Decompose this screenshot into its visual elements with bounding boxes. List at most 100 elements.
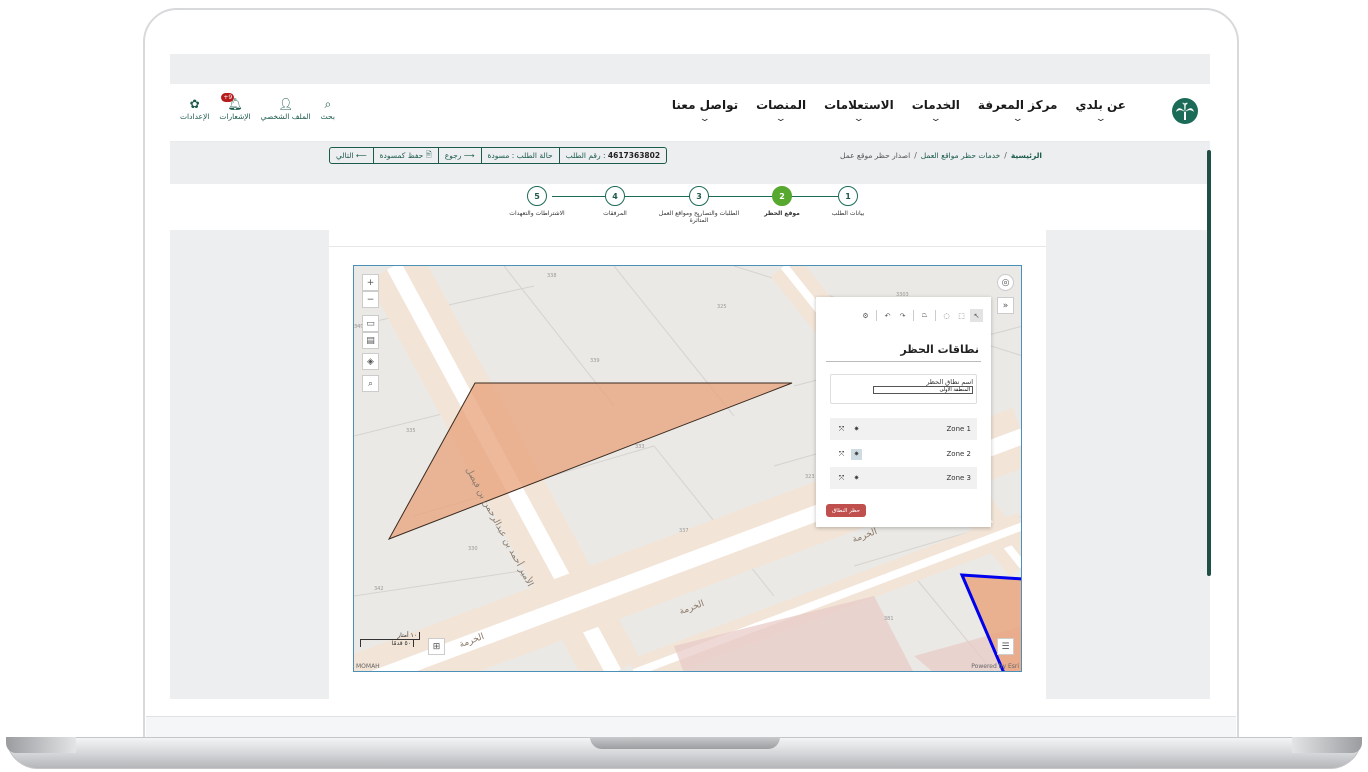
zone-row[interactable]: ⤧ ✷ Zone 3 xyxy=(830,467,977,489)
back-button[interactable]: رجوع ⟶ xyxy=(439,148,482,163)
next-button[interactable]: التالي ⟵ xyxy=(330,148,374,163)
step-number: 3 xyxy=(689,186,709,206)
zone-name-input[interactable] xyxy=(873,386,973,394)
zone-row[interactable]: ⤧ ✷ Zone 1 xyxy=(830,418,977,440)
balady-logo[interactable] xyxy=(1172,98,1198,124)
breadcrumb-current: اصدار حظر موقع عمل xyxy=(840,151,911,160)
step-number: 2 xyxy=(772,186,792,206)
notifications-label: الإشعارات xyxy=(219,112,251,121)
nav-about[interactable]: عن بلدي ⌄ xyxy=(1066,98,1135,124)
chevron-down-icon: ⌄ xyxy=(775,114,788,124)
zone-name-box: اسم نطاق الحظر xyxy=(830,374,977,404)
zone-label: Zone 3 xyxy=(946,474,972,482)
gear-icon[interactable]: ⚙ xyxy=(859,309,872,322)
nav-contact[interactable]: تواصل معنا ⌄ xyxy=(663,98,747,124)
request-number: رقم الطلب : 4617363802 xyxy=(560,148,666,163)
delete-zone-button[interactable]: حظر النطاق xyxy=(826,504,867,517)
parcel-number: 381 xyxy=(884,616,894,622)
divider xyxy=(876,310,877,321)
measure-tool-button[interactable]: ▭ xyxy=(362,315,379,332)
stepper: 1 بيانات الطلب 2 موقع الحظر 3 الطلبات والتص… xyxy=(170,184,1210,230)
chevron-down-icon: ⌄ xyxy=(698,114,712,124)
print-tool-button[interactable]: ▤ xyxy=(362,332,379,349)
breadcrumb-home[interactable]: الرئيسية xyxy=(1011,151,1042,160)
parcel-number: 339 xyxy=(590,358,600,364)
legend-button[interactable]: ☰ xyxy=(997,638,1014,655)
nav-knowledge[interactable]: مركز المعرفة ⌄ xyxy=(969,98,1067,124)
settings-tool[interactable]: ✿ الإعدادات xyxy=(180,96,209,121)
draw-polygon-icon[interactable]: ⏢ xyxy=(918,309,931,322)
divider xyxy=(826,361,981,362)
user-check-icon: 👤︎ xyxy=(278,97,294,111)
panel-title: نطاقات الحظر xyxy=(900,343,979,356)
nav-platforms[interactable]: المنصات ⌄ xyxy=(747,98,815,124)
profile-label: الملف الشخصي xyxy=(260,112,311,121)
notifications-tool[interactable]: 🔔︎ +9 الإشعارات xyxy=(219,93,251,121)
map-source: MOMAH xyxy=(356,663,380,670)
bell-icon: 🔔︎ +9 xyxy=(221,93,243,111)
paperclip-icon: ⌕ xyxy=(367,378,374,389)
scale-bar: ١٠ أمتار ٥٠ قدمًا xyxy=(360,632,420,647)
laptop-base-edge-left xyxy=(6,737,76,753)
laptop-base-edge-right xyxy=(1292,737,1362,753)
select-pointer-icon[interactable]: ↖ xyxy=(970,309,983,322)
profile-tool[interactable]: 👤︎ الملف الشخصي xyxy=(261,96,311,121)
chevrons-right-icon: » xyxy=(1002,300,1009,311)
highlight-icon[interactable]: ✷ xyxy=(851,424,862,435)
request-number-label: رقم الطلب : xyxy=(565,151,606,160)
basemap-gallery-button[interactable]: ⊞ xyxy=(428,638,445,655)
laptop-bezel-bottom xyxy=(146,716,1236,738)
breadcrumb-service[interactable]: خدمات حظر مواقع العمل xyxy=(921,151,1001,160)
compass-button[interactable]: ◎ xyxy=(997,274,1014,291)
main-nav: عن بلدي ⌄ مركز المعرفة ⌄ الخدمات ⌄ الاستعلا… xyxy=(663,98,1135,124)
collapse-panel-button[interactable]: » xyxy=(997,297,1014,314)
zone-row[interactable]: ⤧ ✷ Zone 2 xyxy=(830,443,977,465)
zone-actions: ⤧ ✷ xyxy=(836,473,862,484)
back-label: رجوع xyxy=(444,151,462,160)
save-draft-label: حفظ كمسودة xyxy=(379,151,424,160)
layers-button[interactable]: ◈ xyxy=(362,353,379,370)
scale-metric: ١٠ أمتار xyxy=(360,632,420,640)
zoom-to-icon[interactable]: ⤧ xyxy=(836,449,847,460)
site-header: عن بلدي ⌄ مركز المعرفة ⌄ الخدمات ⌄ الاستعلا… xyxy=(170,84,1210,142)
nav-label: الاستعلامات xyxy=(824,98,894,112)
undo-icon[interactable]: ↶ xyxy=(881,309,894,322)
scale-imperial: ٥٠ قدمًا xyxy=(360,640,414,647)
page-scrollbar[interactable] xyxy=(1207,150,1211,576)
redo-icon[interactable]: ↷ xyxy=(896,309,909,322)
highlight-icon[interactable]: ✷ xyxy=(851,448,862,460)
list-icon: ☰ xyxy=(1001,641,1010,652)
zone-actions: ⤧ ✷ xyxy=(836,448,862,460)
nav-services[interactable]: الخدمات ⌄ xyxy=(903,98,969,124)
chevron-down-icon: ⌄ xyxy=(1094,114,1107,124)
highlight-icon[interactable]: ✷ xyxy=(851,473,862,484)
step-5[interactable]: 5 الاشتراطات والتعهدات xyxy=(487,186,587,217)
chevron-down-icon: ⌄ xyxy=(929,114,942,124)
zoom-to-icon[interactable]: ⤧ xyxy=(836,424,847,435)
parcel-number: 338 xyxy=(547,273,557,279)
nav-inquiries[interactable]: الاستعلامات ⌄ xyxy=(815,98,903,124)
grid-icon: ⊞ xyxy=(432,641,441,652)
chevron-down-icon: ⌄ xyxy=(852,114,865,124)
nav-label: مركز المعرفة xyxy=(977,98,1058,112)
search-tool[interactable]: ⌕ بحث xyxy=(321,96,335,122)
arrow-left-icon: ⟵ xyxy=(355,151,367,160)
save-icon: 🖹︎ xyxy=(425,150,432,159)
zoom-in-button[interactable]: + xyxy=(362,274,379,291)
screen: عن بلدي ⌄ مركز المعرفة ⌄ الخدمات ⌄ الاستعلا… xyxy=(170,54,1210,699)
attach-button[interactable]: ⌕ xyxy=(362,375,379,392)
chevron-down-icon: ⌄ xyxy=(1011,114,1024,124)
zone-label: Zone 1 xyxy=(946,425,972,433)
divider xyxy=(329,246,1046,247)
breadcrumb-sep: / xyxy=(1004,151,1007,160)
save-draft-button[interactable]: حفظ كمسودة 🖹︎ xyxy=(374,148,439,163)
zoom-out-button[interactable]: − xyxy=(362,291,379,308)
zoom-to-icon[interactable]: ⤧ xyxy=(836,473,847,484)
map-view[interactable]: الأمير أحمد بن عبدالرحمن بن فيصل الخرمة … xyxy=(353,265,1022,672)
lasso-select-icon[interactable]: ◌ xyxy=(940,309,953,322)
esri-attribution[interactable]: Powered by Esri xyxy=(971,663,1019,670)
settings-label: الإعدادات xyxy=(180,112,210,121)
rectangle-select-icon[interactable]: ⬚ xyxy=(955,309,968,322)
zone-label: Zone 2 xyxy=(946,450,972,458)
nav-label: عن بلدي xyxy=(1075,98,1126,112)
